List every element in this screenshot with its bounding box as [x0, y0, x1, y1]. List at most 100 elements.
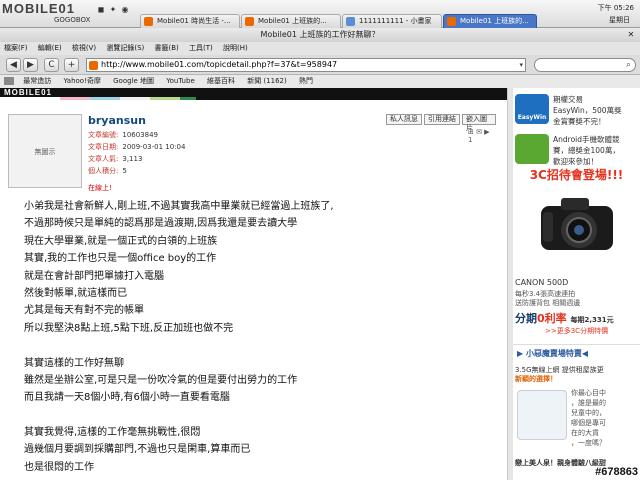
post-line: 不過那時候只是單純的認爲那是過渡期,因爲我還是要去讀大學 — [24, 218, 298, 230]
ad-line: 3.5G無線上網 提供租屋族更 — [515, 366, 604, 374]
ad-line: EasyWin，500萬獎 — [553, 106, 622, 115]
app-icon[interactable]: ◉ — [120, 5, 130, 15]
camera-model: CANON 500D — [515, 278, 569, 287]
ad-line: Android手機軟體競 — [553, 135, 620, 144]
bookmarks-icon[interactable] — [4, 77, 14, 85]
meta-label: 文章人氣: — [88, 155, 119, 163]
browser-tab-active[interactable]: Mobile01 上班族的... — [443, 14, 537, 28]
post-line: 其實我覺得,這樣的工作毫無挑戰性,很悶 — [24, 427, 201, 439]
app-icon[interactable]: ◼ — [96, 5, 106, 15]
reload-button[interactable]: C — [44, 58, 59, 72]
installment-rate[interactable]: 分期0利率 每期2,331元 — [515, 310, 614, 326]
post-line: 雖然是坐辦公室,可是只是一份吹冷氣的但是要付出勞力的工作 — [24, 374, 298, 386]
post-line: 就是在會計部門把單據打入電腦 — [24, 270, 164, 282]
post-line: 而且我請一天8個小時,有6個小時一直要看電腦 — [24, 392, 230, 404]
browser-tab[interactable]: 1111111111 - 小畫家 — [342, 14, 442, 28]
ad-text[interactable]: 你最心目中 ，誰是最的 兒童中的， 哪個是專可 在的大貨 ，一度嗎？ — [571, 388, 635, 448]
post-line: 小弟我是社會新鮮人,剛上班,不過其實我高中畢業就已經當過上班族了, — [24, 201, 334, 212]
menu-edit[interactable]: 編輯(E) — [34, 42, 66, 55]
online-status: 在線上! — [88, 184, 112, 192]
menu-bookmarks[interactable]: 書籤(B) — [151, 42, 183, 55]
promo-title[interactable]: 3C招待會登場!!! — [513, 166, 640, 183]
favicon-icon — [144, 17, 153, 26]
promo-line: 每秒3.4張高速連拍 — [515, 290, 576, 298]
bookmark-item[interactable]: Yahoo!奇摩 — [58, 75, 105, 88]
bookmark-item[interactable]: 維基百科 — [202, 75, 240, 88]
system-menubar: MOBILE01 GOGOBOX ◼ ✦ ◉ Mobile01 時尚生活 -..… — [0, 0, 640, 28]
post-line: 然後對帳單,就這樣而已 — [24, 287, 128, 299]
promo-text: 每秒3.4張高速連拍 送防護背包 相關週邊 — [515, 290, 580, 308]
back-button[interactable]: ◀ — [6, 58, 21, 72]
app-icon[interactable]: ✦ — [108, 5, 118, 15]
meta-row: 個人積分: 5 — [88, 166, 127, 176]
section-title[interactable]: ▶ 小惡魔賣場特賣◀ — [513, 344, 640, 359]
ad-text[interactable]: 戀上美人泉！親身體驗八級甜 — [515, 458, 606, 468]
menu-view[interactable]: 檢視(V) — [68, 42, 100, 55]
url-text: http://www.mobile01.com/topicdetail.php?… — [101, 60, 338, 69]
color-swatch — [60, 97, 90, 100]
clock-time: 下午 05:26 — [597, 4, 634, 12]
tab-label: Mobile01 上班族的... — [460, 17, 529, 25]
ad-text[interactable]: 期權交易 EasyWin，500萬獎 金賞賽獎不完！ — [553, 94, 622, 127]
tab-label: Mobile01 上班族的... — [258, 17, 327, 25]
more-3c-link[interactable]: >>更多3C分期特價 — [545, 326, 608, 336]
ad-line: 期權交易 — [553, 95, 583, 104]
ad-line: 哪個是專可 — [571, 419, 606, 427]
search-icon[interactable]: ⌕ — [626, 59, 631, 71]
new-tab-button[interactable]: + — [64, 58, 79, 72]
favicon-icon — [245, 17, 254, 26]
ad-line: 在的大貨 — [571, 429, 599, 437]
post-header: 無圖示 bryansun 文章編號: 10603849 文章日期: 2009-03-… — [8, 112, 496, 194]
ad-text[interactable]: Android手機軟體競 賽，總獎金100萬， 歡迎來參加！ — [553, 134, 620, 167]
sidebar-ads: EasyWin 期權交易 EasyWin，500萬獎 金賞賽獎不完！ Andro… — [513, 88, 640, 480]
ad-line: 賽，總獎金100萬， — [553, 146, 620, 155]
bookmark-item[interactable]: YouTube — [161, 75, 199, 88]
url-input[interactable]: http://www.mobile01.com/topicdetail.php?… — [86, 58, 526, 72]
menu-tools[interactable]: 工具(T) — [185, 42, 217, 55]
color-swatch — [196, 97, 507, 100]
post-line: 尤其是每天有對不完的帳單 — [24, 305, 144, 317]
modem-image-icon[interactable] — [517, 390, 567, 440]
rate-prefix: 分期 — [515, 312, 537, 325]
window-titlebar: Mobile01 上班族的工作好無聊？ ✕ — [0, 28, 640, 42]
bookmark-item[interactable]: 熱門 — [294, 75, 318, 88]
chevron-down-icon[interactable]: ▾ — [519, 59, 523, 71]
private-message-button[interactable]: 私人訊息 — [386, 114, 422, 125]
color-strip — [0, 97, 507, 100]
menu-help[interactable]: 說明(H) — [219, 42, 252, 55]
author-name[interactable]: bryansun — [88, 114, 146, 127]
close-icon[interactable]: ✕ — [626, 30, 636, 40]
color-swatch — [90, 97, 120, 100]
browser-tab[interactable]: Mobile01 上班族的... — [241, 14, 341, 28]
bookmark-item[interactable]: 最常造訪 — [18, 75, 56, 88]
meta-label: 文章日期: — [88, 143, 119, 151]
tab-label: 1111111111 - 小畫家 — [359, 17, 432, 25]
post-line: 其實這樣的工作好無聊 — [24, 357, 124, 369]
ad-line: 兒童中的， — [571, 409, 606, 417]
ad-line: ，誰是最的 — [571, 399, 606, 407]
android-ad-icon[interactable] — [515, 134, 549, 164]
site-logo[interactable]: MOBILE01 — [4, 88, 52, 97]
post-tools[interactable]: ⊞ ✉ ▶ 1 — [468, 128, 496, 144]
browser-tab[interactable]: Mobile01 時尚生活 -... — [140, 14, 240, 28]
post-line: 也是很悶的工作 — [24, 461, 94, 473]
ad-line: 你最心目中 — [571, 389, 606, 397]
embed-image-button[interactable]: 嵌入圖片 — [462, 114, 496, 132]
post-body: 小弟我是社會新鮮人,剛上班,不過其實我高中畢業就已經當過上班族了, 不過那時候只… — [24, 198, 494, 476]
navigation-toolbar: ◀ ▶ C + http://www.mobile01.com/topicdet… — [0, 55, 640, 75]
bookmark-item[interactable]: Google 地圖 — [108, 75, 159, 88]
ad-line: 新穎的選擇！ — [515, 375, 557, 383]
camera-icon[interactable] — [535, 192, 619, 258]
avatar: 無圖示 — [8, 114, 82, 188]
forward-button[interactable]: ▶ — [23, 58, 38, 72]
post-line — [24, 407, 494, 424]
color-swatch — [150, 97, 180, 100]
paint-icon — [346, 17, 355, 26]
search-input[interactable]: ⌕ — [534, 58, 636, 72]
quote-link-button[interactable]: 引用連結 — [424, 114, 460, 125]
meta-row: 文章人氣: 3,113 — [88, 154, 142, 164]
menu-file[interactable]: 檔案(F) — [0, 42, 32, 55]
bookmark-item[interactable]: 新聞 (1162) — [242, 75, 292, 88]
menu-history[interactable]: 瀏覽記錄(S) — [102, 42, 148, 55]
ad-text[interactable]: 3.5G無線上網 提供租屋族更 新穎的選擇！ — [515, 366, 604, 384]
